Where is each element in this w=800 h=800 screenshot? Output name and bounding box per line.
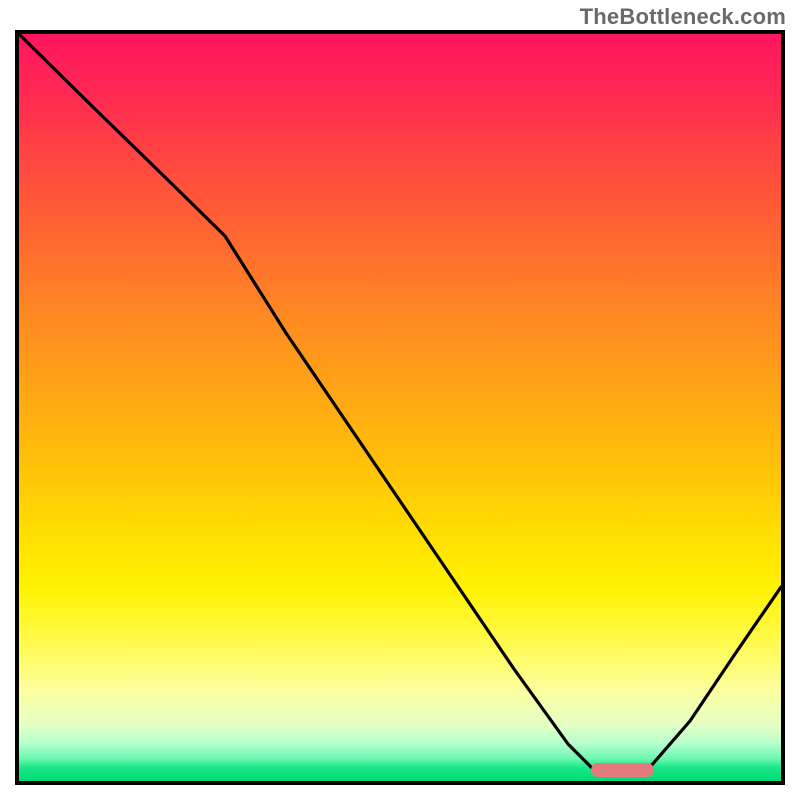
optimal-range-marker bbox=[591, 763, 654, 777]
chart-stage: TheBottleneck.com bbox=[0, 0, 800, 800]
curve-layer bbox=[19, 34, 781, 781]
bottleneck-curve bbox=[19, 34, 781, 774]
watermark-text: TheBottleneck.com bbox=[580, 4, 786, 30]
plot-frame bbox=[15, 30, 785, 785]
